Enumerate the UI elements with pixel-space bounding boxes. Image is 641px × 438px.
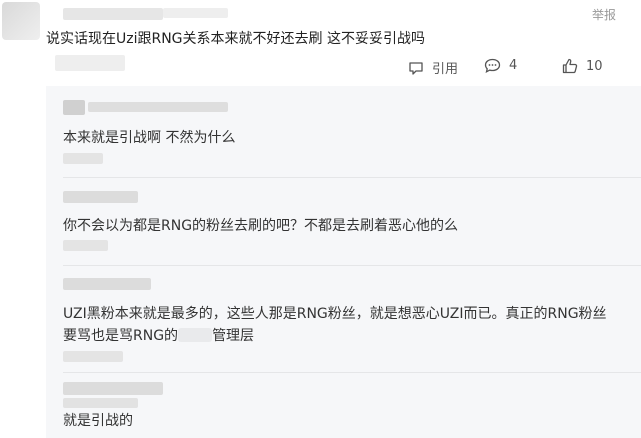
- post-time-blurred: [55, 55, 125, 71]
- reply-4-meta-blurred: [63, 398, 138, 408]
- reply-3-text-blurred: [178, 328, 213, 342]
- reply-3-time-blurred: [63, 351, 123, 362]
- quote-label: 引用: [432, 62, 459, 77]
- reply-3-text-line-2: 要骂也是骂RNG的 管理层: [63, 325, 254, 345]
- comment-count: 4: [509, 58, 518, 73]
- comment-icon: [484, 58, 501, 73]
- comment-button[interactable]: 4: [484, 58, 517, 73]
- reply-1-meta-blurred: [88, 102, 228, 112]
- reply-divider: [63, 177, 641, 178]
- post-meta-blurred: [163, 8, 228, 18]
- post-avatar[interactable]: [2, 2, 40, 40]
- reply-3-text-line-2-end: 管理层: [212, 328, 255, 344]
- quote-button[interactable]: 引用: [408, 58, 458, 77]
- reply-2-text: 你不会以为都是RNG的粉丝去刷的吧？不都是去刷着恶心他的么: [63, 218, 459, 234]
- like-button[interactable]: 10: [562, 58, 603, 74]
- reply-3-text-line-1: UZI黑粉本来就是最多的，这些人那是RNG粉丝，就是想恶心UZI而已。真正的RN…: [63, 306, 607, 322]
- like-count: 10: [586, 58, 603, 74]
- reply-1-username-blurred: [63, 100, 85, 115]
- report-link[interactable]: 举报: [592, 6, 616, 23]
- thumbs-up-icon: [562, 58, 578, 74]
- reply-2-time-blurred: [63, 240, 108, 251]
- reply-4-text: 就是引战的: [63, 413, 133, 429]
- post-username-blurred: [63, 8, 163, 20]
- quote-icon: [409, 61, 423, 75]
- post-text: 说实话现在Uzi跟RNG关系本来就不好还去刷 这不妥妥引战吗: [46, 31, 425, 47]
- reply-4-username-blurred: [63, 382, 163, 395]
- reply-1-text: 本来就是引战啊 不然为什么: [63, 130, 236, 146]
- reply-3-username-blurred: [63, 278, 151, 290]
- reply-3-text-line-2-start: 要骂也是骂RNG的: [63, 328, 179, 344]
- reply-1-time-blurred: [63, 153, 103, 164]
- reply-2-username-blurred: [63, 191, 138, 203]
- reply-divider: [63, 265, 641, 266]
- reply-divider: [63, 372, 641, 373]
